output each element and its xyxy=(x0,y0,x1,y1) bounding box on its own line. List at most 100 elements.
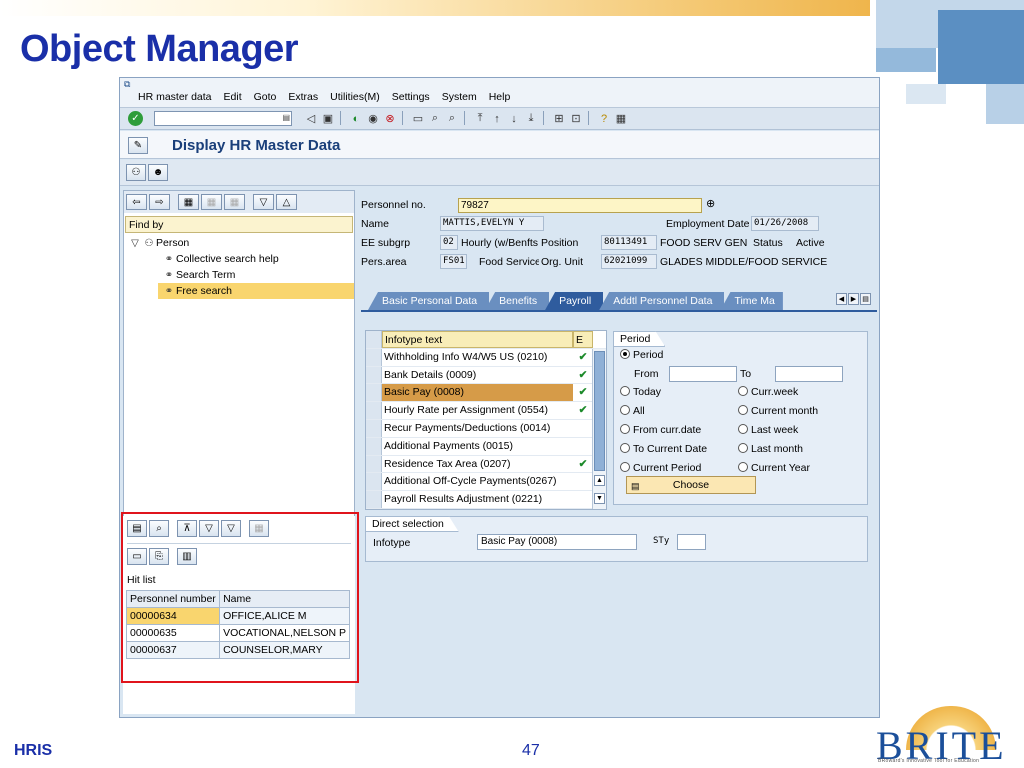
scroll-up-icon[interactable]: ▲ xyxy=(594,475,605,486)
infotype-text[interactable]: Hourly Rate per Assignment (0554) xyxy=(382,402,573,419)
menu-extras[interactable]: Extras xyxy=(288,91,318,103)
today-radio[interactable]: Today xyxy=(620,386,661,398)
row-selector[interactable] xyxy=(366,437,382,455)
to-date-input[interactable] xyxy=(775,366,843,382)
row-selector[interactable] xyxy=(366,402,382,419)
choose-button[interactable]: ▤ Choose xyxy=(626,476,756,494)
exit-icon[interactable]: ◉ xyxy=(366,111,380,126)
row-selector[interactable] xyxy=(366,419,382,437)
back-icon[interactable]: ◐ xyxy=(349,111,363,126)
previous-arrow-icon[interactable]: ⇦ xyxy=(126,194,147,210)
list-item[interactable]: Residence Tax Area (0207) ✔ xyxy=(366,455,606,474)
system-menu-icon[interactable]: ⧉ xyxy=(124,79,130,90)
search-help-icon[interactable]: ⊕ xyxy=(706,197,715,210)
person-overview-icon[interactable]: ☻ xyxy=(148,164,168,181)
infotype-text-header[interactable]: Infotype text xyxy=(382,331,573,348)
collapse-icon[interactable]: △ xyxy=(276,194,297,210)
menu-system[interactable]: System xyxy=(442,91,477,103)
display-change-icon[interactable]: ✎ xyxy=(128,137,148,154)
current-period-radio[interactable]: Current Period xyxy=(620,462,701,474)
last-month-radio[interactable]: Last month xyxy=(738,443,803,455)
curr-week-radio[interactable]: Curr.week xyxy=(738,386,798,398)
infotype-text[interactable]: Recur Payments/Deductions (0014) xyxy=(382,420,573,437)
infotype-text[interactable]: Additional Off-Cycle Payments(0267) xyxy=(382,473,573,490)
next-page-icon[interactable]: ↓ xyxy=(507,111,521,126)
tree-node-free-search[interactable]: ⚭ Free search xyxy=(158,283,354,299)
row-selector[interactable] xyxy=(366,473,382,491)
tree-node-person[interactable]: ▽ ⚇ Person xyxy=(128,235,354,251)
scrollbar-thumb[interactable] xyxy=(594,351,605,471)
last-page-icon[interactable]: ⤓ xyxy=(524,111,538,126)
from-curr-date-radio[interactable]: From curr.date xyxy=(620,424,701,436)
infotype-text[interactable]: Withholding Info W4/W5 US (0210) xyxy=(382,349,573,366)
relationships-icon[interactable]: ⚇ xyxy=(126,164,146,181)
current-year-radio[interactable]: Current Year xyxy=(738,462,810,474)
list-item[interactable]: Withholding Info W4/W5 US (0210) ✔ xyxy=(366,348,606,367)
list-item[interactable]: Hourly Rate per Assignment (0554) ✔ xyxy=(366,402,606,420)
enter-check-icon[interactable]: ✓ xyxy=(128,111,143,126)
first-page-icon[interactable]: ⤒ xyxy=(473,111,487,126)
shortcut-icon[interactable]: ⊡ xyxy=(569,111,583,126)
expand-icon[interactable]: ▽ xyxy=(253,194,274,210)
infotype-text[interactable]: Residence Tax Area (0207) xyxy=(382,456,573,473)
save-icon[interactable]: ▣ xyxy=(321,111,335,126)
list-item[interactable]: Payroll Results Adjustment (0221) xyxy=(366,491,606,509)
collapse-triangle-icon[interactable]: ▽ xyxy=(128,236,142,252)
find-icon[interactable]: ⌕ xyxy=(428,111,442,126)
personnel-no-field[interactable]: 79827 xyxy=(458,198,702,213)
menu-help[interactable]: Help xyxy=(489,91,511,103)
select-all-cell[interactable] xyxy=(366,331,382,348)
tree-node-search-term[interactable]: ⚭ Search Term xyxy=(128,267,354,283)
infotype-text[interactable]: Payroll Results Adjustment (0221) xyxy=(382,491,573,508)
infotype-text[interactable]: Bank Details (0009) xyxy=(382,367,573,384)
tab-benefits[interactable]: Benefits xyxy=(485,292,550,310)
layout-menu-icon[interactable]: ▦ xyxy=(614,111,628,126)
infotype-text[interactable]: Basic Pay (0008) xyxy=(382,384,573,402)
period-radio[interactable]: Period xyxy=(620,349,663,361)
command-field[interactable]: ▤ xyxy=(154,111,292,126)
current-month-radio[interactable]: Current month xyxy=(738,405,818,417)
row-selector[interactable] xyxy=(366,348,382,366)
tree-node-collective-search-help[interactable]: ⚭ Collective search help xyxy=(128,251,354,267)
search-tree-icon[interactable]: ▦ xyxy=(178,194,199,210)
menu-settings[interactable]: Settings xyxy=(392,91,430,103)
previous-page-icon[interactable]: ↑ xyxy=(490,111,504,126)
tab-addtl-personnel-data[interactable]: Addtl Personnel Data xyxy=(599,292,725,310)
tab-payroll[interactable]: Payroll xyxy=(545,292,604,310)
tab-left-arrow-icon[interactable]: ◀ xyxy=(836,293,847,305)
list-item[interactable]: Additional Payments (0015) xyxy=(366,437,606,456)
cancel-icon[interactable]: ⊗ xyxy=(383,111,397,126)
menu-edit[interactable]: Edit xyxy=(224,91,242,103)
infotype-input[interactable]: Basic Pay (0008) xyxy=(477,534,637,550)
list-item[interactable]: Additional Off-Cycle Payments(0267) xyxy=(366,473,606,492)
last-week-radio[interactable]: Last week xyxy=(738,424,798,436)
menu-goto[interactable]: Goto xyxy=(254,91,277,103)
scroll-down-icon[interactable]: ▼ xyxy=(594,493,605,504)
infotype-text[interactable]: Additional Payments (0015) xyxy=(382,438,573,455)
back-arrow-icon[interactable]: ◁ xyxy=(304,111,318,126)
to-current-date-radio[interactable]: To Current Date xyxy=(620,443,707,455)
tab-list-icon[interactable]: ▤ xyxy=(860,293,871,305)
find-next-icon[interactable]: ⌕ xyxy=(445,111,459,126)
row-selector[interactable] xyxy=(366,455,382,473)
tab-time-management[interactable]: Time Ma xyxy=(720,292,783,310)
list-item[interactable]: Bank Details (0009) ✔ xyxy=(366,366,606,385)
new-session-icon[interactable]: ⊞ xyxy=(552,111,566,126)
tab-right-arrow-icon[interactable]: ▶ xyxy=(848,293,859,305)
from-date-input[interactable] xyxy=(669,366,737,382)
row-selector[interactable] xyxy=(366,384,382,402)
exists-header[interactable]: E xyxy=(573,331,593,348)
next-arrow-icon[interactable]: ⇨ xyxy=(149,194,170,210)
row-selector[interactable] xyxy=(366,366,382,384)
print-icon[interactable]: ▭ xyxy=(411,111,425,126)
infotype-scrollbar[interactable]: ▲ ▼ xyxy=(592,349,606,509)
list-item[interactable]: Recur Payments/Deductions (0014) xyxy=(366,419,606,438)
all-radio[interactable]: All xyxy=(620,405,645,417)
tab-basic-personal-data[interactable]: Basic Personal Data xyxy=(368,292,490,310)
subtype-input[interactable] xyxy=(677,534,706,550)
command-dropdown-icon[interactable]: ▤ xyxy=(282,113,290,122)
list-item[interactable]: Basic Pay (0008) ✔ xyxy=(366,384,606,403)
row-selector[interactable] xyxy=(366,491,382,508)
menu-hr-master-data[interactable]: HR master data xyxy=(138,91,212,103)
menu-utilities[interactable]: Utilities(M) xyxy=(330,91,380,103)
